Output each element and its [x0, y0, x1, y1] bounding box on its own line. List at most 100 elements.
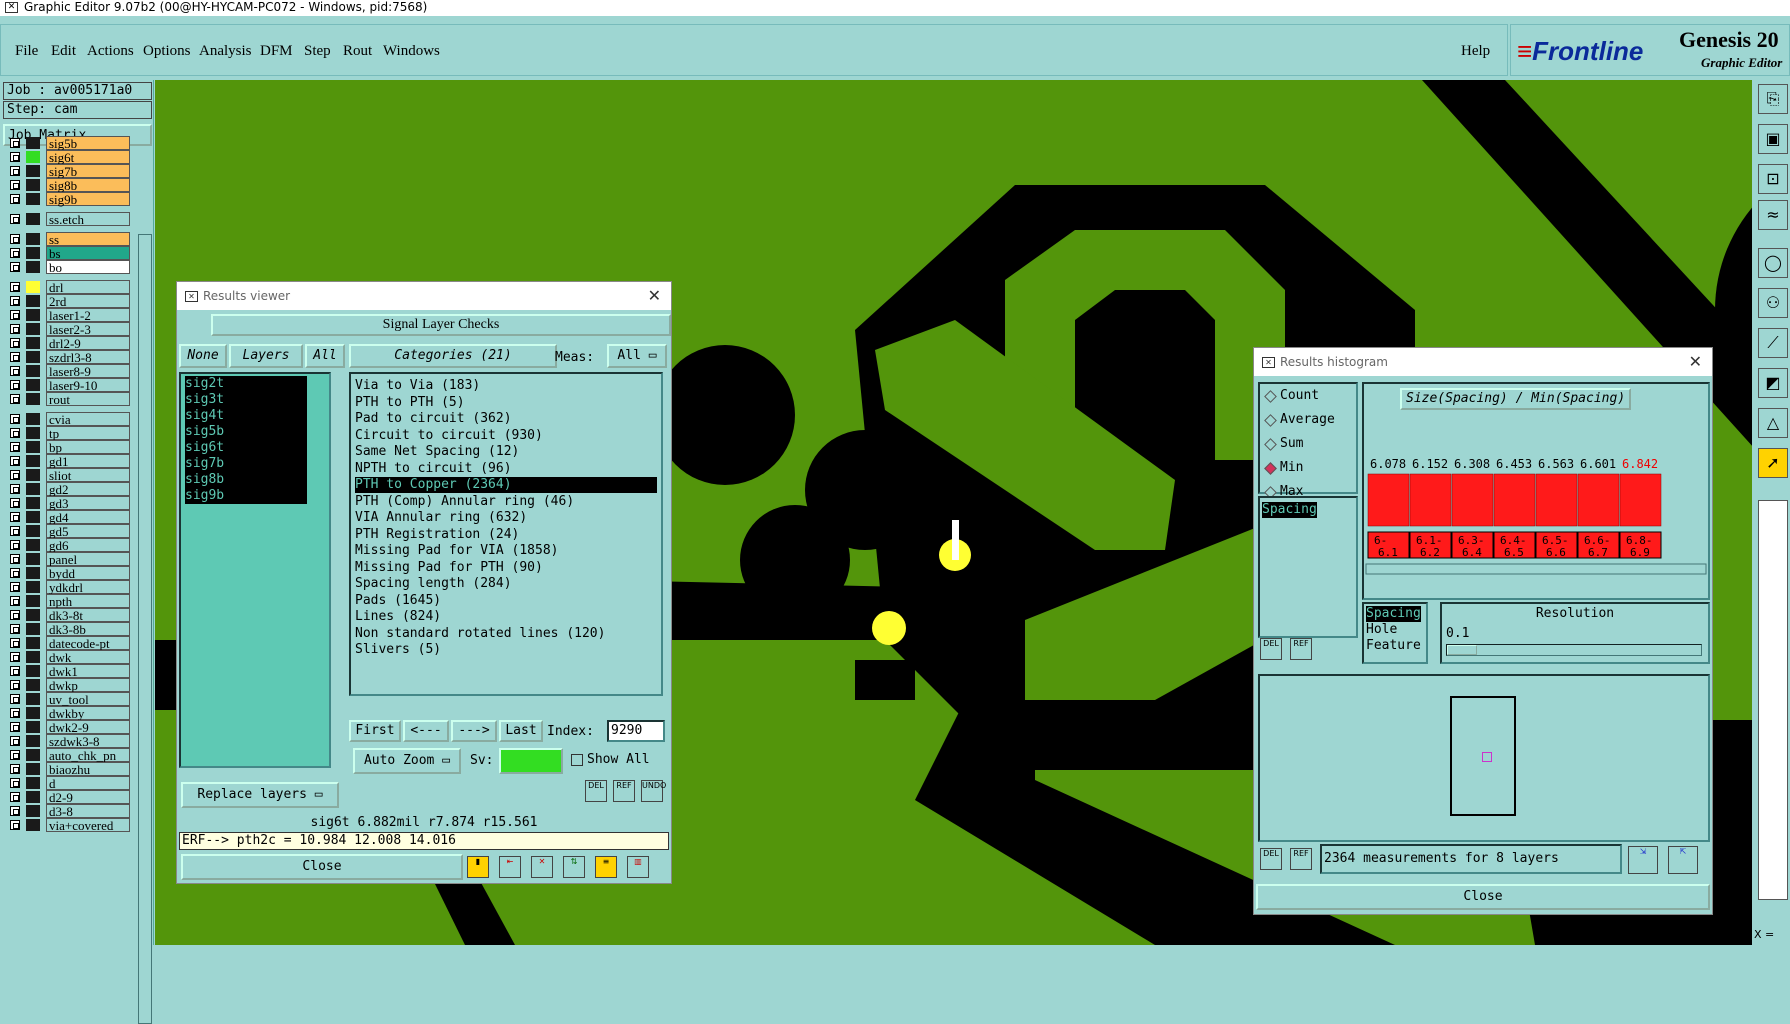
layer-row[interactable]: rout	[6, 392, 130, 407]
spacing-listbox[interactable]: Spacing	[1258, 496, 1358, 638]
replace-layers-dropdown[interactable]: Replace layers ▭	[181, 782, 339, 808]
layer-checkbox[interactable]	[10, 708, 20, 718]
layer-name[interactable]: sliot	[46, 468, 130, 483]
layer-row[interactable]: laser9-10	[6, 378, 130, 393]
histogram-bar[interactable]	[1409, 473, 1452, 527]
layer-row[interactable]: bo	[6, 260, 130, 275]
layer-list-item[interactable]: sig4t	[185, 408, 307, 424]
categories-button[interactable]: Categories (21)	[349, 344, 557, 368]
layer-list-item[interactable]: sig3t	[185, 392, 307, 408]
import-icon[interactable]: ⇱	[1668, 846, 1698, 874]
results-viewer-close-button[interactable]: Close	[181, 854, 463, 880]
layer-name[interactable]: gd2	[46, 482, 130, 497]
layer-row[interactable]: panel	[6, 552, 130, 567]
layer-name[interactable]: drl2-9	[46, 336, 130, 351]
category-list-item[interactable]: PTH (Comp) Annular ring (46)	[355, 494, 574, 510]
category-list-item[interactable]: Circuit to circuit (930)	[355, 428, 543, 444]
layer-name[interactable]: npth	[46, 594, 130, 609]
layer-checkbox[interactable]	[10, 152, 20, 162]
histogram-bar[interactable]	[1535, 473, 1578, 527]
layer-checkbox[interactable]	[10, 310, 20, 320]
menu-rout[interactable]: Rout	[343, 43, 372, 60]
menu-dfm[interactable]: DFM	[260, 43, 293, 60]
layer-row[interactable]: d2-9	[6, 790, 130, 805]
layer-name[interactable]: d2-9	[46, 790, 130, 805]
layer-name[interactable]: panel	[46, 552, 130, 567]
layer-row[interactable]: sig7b	[6, 164, 130, 179]
layer-row[interactable]: sig5b	[6, 136, 130, 151]
meas-dropdown[interactable]: All ▭	[607, 344, 667, 368]
layer-row[interactable]: ydkdrl	[6, 580, 130, 595]
layer-name[interactable]: 2rd	[46, 294, 130, 309]
layer-row[interactable]: uv_tool	[6, 692, 130, 707]
layer-row[interactable]: laser1-2	[6, 308, 130, 323]
mode-radio[interactable]	[1264, 390, 1277, 403]
layer-name[interactable]: gd4	[46, 510, 130, 525]
layer-checkbox[interactable]	[10, 456, 20, 466]
layer-name[interactable]: laser8-9	[46, 364, 130, 379]
layer-scrollbar[interactable]	[138, 234, 152, 1024]
layer-name[interactable]: bp	[46, 440, 130, 455]
hist-ref-icon[interactable]: REF	[1290, 638, 1312, 660]
layer-checkbox[interactable]	[10, 380, 20, 390]
layer-name[interactable]: sig6t	[46, 150, 130, 165]
layer-name[interactable]: cvia	[46, 412, 130, 427]
layer-list-item[interactable]: sig2t	[185, 376, 307, 392]
layer-checkbox[interactable]	[10, 778, 20, 788]
layer-name[interactable]: auto_chk_pn	[46, 748, 130, 763]
type-item[interactable]: Feature	[1366, 638, 1421, 654]
menu-analysis[interactable]: Analysis	[199, 43, 252, 60]
layer-checkbox[interactable]	[10, 234, 20, 244]
zoom-fit-icon[interactable]: ⊡	[1758, 164, 1788, 194]
spacing-item[interactable]: Spacing	[1262, 502, 1317, 518]
layer-row[interactable]: gd5	[6, 524, 130, 539]
hist-del2-icon[interactable]: DEL	[1260, 848, 1282, 870]
layer-checkbox[interactable]	[10, 736, 20, 746]
layer-row[interactable]: d3-8	[6, 804, 130, 819]
layer-checkbox[interactable]	[10, 352, 20, 362]
layer-checkbox[interactable]	[10, 750, 20, 760]
category-list-item[interactable]: Slivers (5)	[355, 642, 441, 658]
sv-color-dropdown[interactable]	[499, 748, 563, 774]
category-list-item[interactable]: Missing Pad for VIA (1858)	[355, 543, 559, 559]
category-list-item[interactable]: Pads (1645)	[355, 593, 441, 609]
layer-checkbox[interactable]	[10, 262, 20, 272]
layer-name[interactable]: drl	[46, 280, 130, 295]
layer-checkbox[interactable]	[10, 338, 20, 348]
layer-row[interactable]: sig8b	[6, 178, 130, 193]
category-list-item[interactable]: Spacing length (284)	[355, 576, 512, 592]
line-icon[interactable]: ⟋	[1758, 328, 1788, 358]
mode-radio[interactable]	[1264, 438, 1277, 451]
type-item[interactable]: Hole	[1366, 622, 1397, 638]
category-list-item[interactable]: PTH to PTH (5)	[355, 395, 465, 411]
layer-checkbox[interactable]	[10, 554, 20, 564]
category-list-item[interactable]: Via to Via (183)	[355, 378, 480, 394]
layer-name[interactable]: ss	[46, 232, 130, 247]
layer-checkbox[interactable]	[10, 512, 20, 522]
mode-radio[interactable]	[1264, 462, 1277, 475]
layer-row[interactable]: via+covered	[6, 818, 130, 833]
layer-name[interactable]: biaozhu	[46, 762, 130, 777]
layer-name[interactable]: ydkdrl	[46, 580, 130, 595]
layer-checkbox[interactable]	[10, 248, 20, 258]
hist-ref2-icon[interactable]: REF	[1290, 848, 1312, 870]
resolution-slider[interactable]	[1446, 644, 1702, 656]
layer-name[interactable]: laser2-3	[46, 322, 130, 337]
type-item[interactable]: Spacing	[1366, 606, 1421, 622]
ref-icon[interactable]: REF	[613, 780, 635, 802]
erase-icon[interactable]: ✕	[531, 856, 553, 878]
layer-row[interactable]: datecode-pt	[6, 636, 130, 651]
layer-checkbox[interactable]	[10, 366, 20, 376]
layer-checkbox[interactable]	[10, 138, 20, 148]
layer-checkbox[interactable]	[10, 806, 20, 816]
layer-name[interactable]: szdwk3-8	[46, 734, 130, 749]
highlight-icon[interactable]: ▮	[467, 856, 489, 878]
layer-row[interactable]: gd2	[6, 482, 130, 497]
shape-icon[interactable]: ◩	[1758, 368, 1788, 398]
layers-button[interactable]: Layers	[229, 344, 303, 368]
layer-name[interactable]: laser9-10	[46, 378, 130, 393]
layer-row[interactable]: d	[6, 776, 130, 791]
histogram-bar[interactable]	[1451, 473, 1494, 527]
layer-row[interactable]: bydd	[6, 566, 130, 581]
layer-list-item[interactable]: sig5b	[185, 424, 307, 440]
